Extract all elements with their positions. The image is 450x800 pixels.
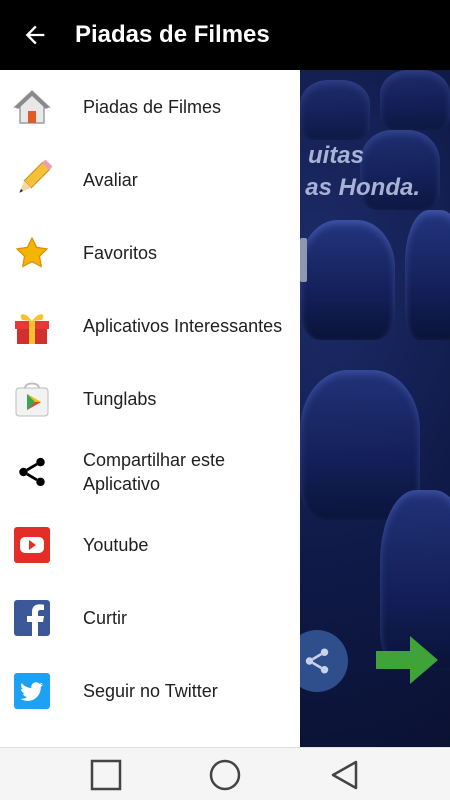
- back-button[interactable]: [0, 0, 70, 70]
- home-icon: [12, 87, 52, 127]
- joke-text-line: uitas: [307, 142, 364, 169]
- drawer-item-favoritos[interactable]: Favoritos: [0, 216, 300, 289]
- seat-image: [300, 220, 395, 340]
- app-title: Piadas de Filmes: [75, 21, 270, 48]
- seat-image: [300, 80, 370, 140]
- drawer-item-label: Tunglabs: [83, 388, 157, 409]
- drawer-item-avaliar[interactable]: Avaliar: [0, 143, 300, 216]
- drawer-item-label: Favoritos: [83, 242, 158, 263]
- arrow-left-icon: [25, 25, 45, 45]
- drawer-item-label: Curtir: [83, 607, 127, 628]
- drawer-item-label: Piadas de Filmes: [83, 96, 222, 117]
- drawer-item-curtir[interactable]: Curtir: [0, 581, 300, 654]
- pencil-icon: [12, 159, 52, 200]
- drawer-item-label: Aplicativos Interessantes: [83, 315, 283, 336]
- arrow-right-icon: [376, 636, 438, 684]
- facebook-icon: [12, 598, 52, 638]
- twitter-icon: [12, 671, 52, 711]
- system-navigation-bar: [0, 747, 450, 800]
- youtube-icon: [12, 525, 52, 565]
- back-triangle-icon: [331, 760, 358, 789]
- home-button[interactable]: [195, 748, 255, 800]
- recents-button[interactable]: [76, 748, 136, 800]
- next-button[interactable]: [376, 636, 438, 689]
- drawer-item-tunglabs[interactable]: Tunglabs: [0, 362, 300, 435]
- drawer-item-label: Avaliar: [83, 169, 138, 190]
- play-store-icon: [12, 379, 52, 419]
- share-icon: [12, 452, 52, 492]
- drawer-item-piadas[interactable]: Piadas de Filmes: [0, 70, 300, 143]
- seat-image: [405, 210, 450, 340]
- star-icon: [12, 233, 52, 273]
- share-icon: [305, 648, 329, 674]
- app-bar: Piadas de Filmes: [0, 0, 450, 70]
- scroll-handle[interactable]: [300, 238, 307, 282]
- drawer-item-label: Compartilhar este Aplicativo: [83, 449, 226, 494]
- recents-square-icon: [90, 759, 122, 790]
- drawer-item-youtube[interactable]: Youtube: [0, 508, 300, 581]
- seat-image: [380, 70, 450, 130]
- drawer-item-aplicativos[interactable]: Aplicativos Interessantes: [0, 289, 300, 362]
- home-circle-icon: [209, 759, 241, 790]
- navigation-drawer: Piadas de Filmes Avaliar Favoritos Aplic…: [0, 70, 300, 747]
- gift-icon: [12, 306, 52, 346]
- drawer-item-label: Seguir no Twitter: [83, 680, 218, 701]
- drawer-item-compartilhar[interactable]: Compartilhar este Aplicativo: [0, 435, 300, 508]
- drawer-item-twitter[interactable]: Seguir no Twitter: [0, 654, 300, 727]
- joke-text-line: as Honda.: [305, 174, 420, 201]
- drawer-item-label: Youtube: [83, 534, 149, 555]
- back-nav-button[interactable]: [314, 748, 374, 800]
